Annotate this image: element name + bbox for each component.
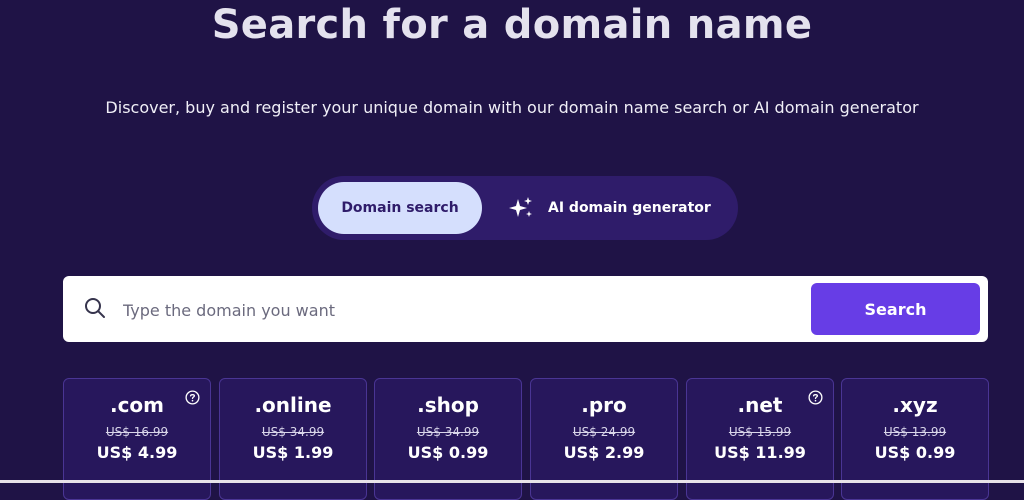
- search-icon: [85, 298, 105, 318]
- tab-ai-domain-generator-label: AI domain generator: [548, 200, 711, 216]
- tld-name: .shop: [417, 393, 479, 417]
- help-circle-icon[interactable]: [185, 390, 200, 405]
- tab-ai-domain-generator[interactable]: AI domain generator: [502, 182, 722, 234]
- tld-original-price: US$ 34.99: [416, 425, 480, 439]
- tld-original-price: US$ 34.99: [261, 425, 325, 439]
- tld-name: .pro: [581, 393, 627, 417]
- tld-original-price: US$ 24.99: [572, 425, 636, 439]
- tld-sale-price: US$ 1.99: [252, 443, 334, 462]
- page-subtitle: Discover, buy and register your unique d…: [105, 98, 919, 117]
- tld-sale-price: US$ 4.99: [96, 443, 178, 462]
- search-button[interactable]: Search: [811, 283, 980, 335]
- tab-domain-search-label: Domain search: [341, 200, 459, 216]
- domain-search-bar: Search: [63, 276, 988, 342]
- tab-domain-search[interactable]: Domain search: [318, 182, 482, 234]
- tld-sale-price: US$ 11.99: [714, 443, 806, 462]
- tld-original-price: US$ 13.99: [883, 425, 947, 439]
- help-circle-icon[interactable]: [808, 390, 823, 405]
- tld-original-price: US$ 16.99: [105, 425, 169, 439]
- sparkle-icon: [509, 197, 532, 217]
- tld-original-price: US$ 15.99: [728, 425, 792, 439]
- tld-sale-price: US$ 0.99: [874, 443, 956, 462]
- search-mode-toggle: Domain search AI domain generator: [312, 176, 738, 240]
- tld-sale-price: US$ 0.99: [407, 443, 489, 462]
- tld-sale-price: US$ 2.99: [563, 443, 645, 462]
- tld-name: .xyz: [892, 393, 938, 417]
- page-title: Search for a domain name: [211, 2, 813, 48]
- tld-name: .online: [254, 393, 332, 417]
- domain-search-input[interactable]: [121, 292, 805, 328]
